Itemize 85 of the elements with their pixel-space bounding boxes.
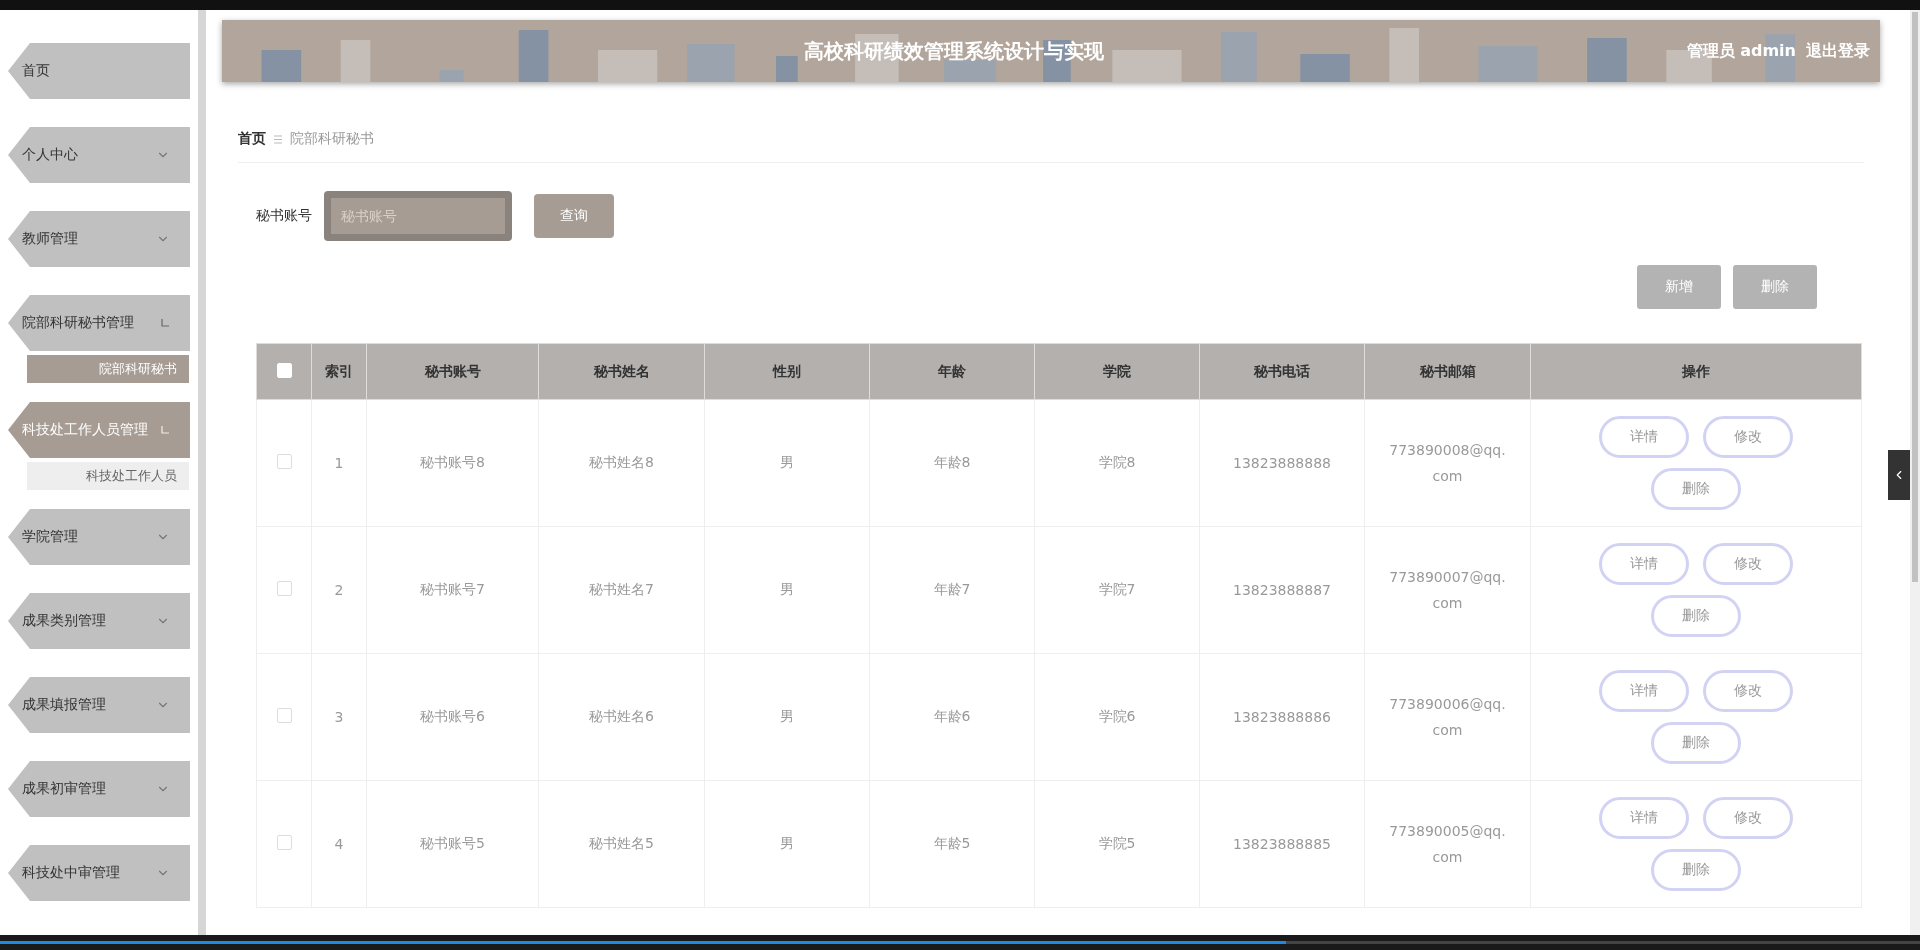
separator-icon (274, 134, 282, 144)
sidebar-item[interactable]: 个人中心 (8, 127, 190, 183)
table-cell: 男 (704, 399, 870, 527)
row-checkbox[interactable] (276, 835, 292, 850)
details-button[interactable]: 详情 (1599, 670, 1689, 712)
logout-link[interactable]: 退出登录 (1806, 40, 1870, 62)
table-cell: 2 (311, 526, 367, 654)
table-cell: 学院7 (1034, 526, 1200, 654)
select-all-checkbox[interactable] (276, 362, 292, 378)
sidebar-item[interactable]: 院部科研秘书管理 (8, 295, 190, 351)
column-header: 秘书账号 (366, 343, 539, 400)
table-cell: 年龄7 (869, 526, 1035, 654)
table-cell: 13823888888 (1199, 399, 1365, 527)
sidebar-item[interactable]: 教师管理 (8, 211, 190, 267)
table-cell: 13823888885 (1199, 780, 1365, 908)
collapse-tab[interactable] (1888, 450, 1910, 500)
table-cell: 773890008@qq.com (1364, 399, 1531, 527)
column-header: 秘书姓名 (538, 343, 705, 400)
column-header: 秘书电话 (1199, 343, 1365, 400)
table-cell: 年龄6 (869, 653, 1035, 781)
edit-button[interactable]: 修改 (1703, 416, 1793, 458)
details-button[interactable]: 详情 (1599, 416, 1689, 458)
breadcrumb-link[interactable]: 首页 (238, 130, 266, 148)
table-cell: 773890005@qq.com (1364, 780, 1531, 908)
table-cell: 秘书姓名8 (538, 399, 705, 527)
sidebar-item[interactable]: 科技处中审管理 (8, 845, 190, 901)
table-cell: 男 (704, 780, 870, 908)
table-cell: 13823888886 (1199, 653, 1365, 781)
table-cell: 秘书姓名7 (538, 526, 705, 654)
row-checkbox[interactable] (276, 708, 292, 723)
delete-button[interactable]: 删除 (1651, 849, 1741, 891)
table-cell: 4 (311, 780, 367, 908)
table-cell: 秘书账号8 (366, 399, 539, 527)
scrollbar-thumb[interactable] (1912, 12, 1918, 582)
sidebar-item[interactable]: 成果初审管理 (8, 761, 190, 817)
submenu-item[interactable]: 院部科研秘书 (27, 355, 189, 383)
edit-button[interactable]: 修改 (1703, 543, 1793, 585)
delete-button[interactable]: 删除 (1651, 468, 1741, 510)
details-button[interactable]: 详情 (1599, 543, 1689, 585)
table-cell: 秘书账号6 (366, 653, 539, 781)
row-checkbox[interactable] (276, 454, 292, 469)
table-cell: 1 (311, 399, 367, 527)
sidebar-item[interactable]: 科技处工作人员管理 (8, 402, 190, 458)
table-cell: 年龄5 (869, 780, 1035, 908)
sidebar-item[interactable]: 首页 (8, 43, 190, 99)
corner-icon (160, 318, 170, 328)
delete-button[interactable]: 删除 (1651, 595, 1741, 637)
edit-button[interactable]: 修改 (1703, 797, 1793, 839)
table-cell: 男 (704, 526, 870, 654)
edit-button[interactable]: 修改 (1703, 670, 1793, 712)
column-header: 索引 (311, 343, 367, 400)
table-cell: 3 (311, 653, 367, 781)
table-cell: 秘书账号5 (366, 780, 539, 908)
app-title: 高校科研绩效管理系统设计与实现 (803, 37, 1106, 65)
table-cell: 秘书姓名6 (538, 653, 705, 781)
table-cell: 13823888887 (1199, 526, 1365, 654)
table-cell: 学院5 (1034, 780, 1200, 908)
table-cell: 学院8 (1034, 399, 1200, 527)
column-header: 操作 (1530, 343, 1862, 400)
column-header: 性别 (704, 343, 870, 400)
delete-button[interactable]: 删除 (1651, 722, 1741, 764)
sidebar-item[interactable]: 成果类别管理 (8, 593, 190, 649)
submenu-item[interactable]: 科技处工作人员 (27, 462, 189, 490)
table-cell: 男 (704, 653, 870, 781)
column-header: 年龄 (869, 343, 1035, 400)
progress-bar[interactable] (0, 935, 1920, 950)
table-cell: 773890006@qq.com (1364, 653, 1531, 781)
delete-button[interactable]: 删除 (1733, 265, 1817, 309)
column-header: 学院 (1034, 343, 1200, 400)
table-cell: 773890007@qq.com (1364, 526, 1531, 654)
column-header: 秘书邮箱 (1364, 343, 1531, 400)
corner-icon (160, 425, 170, 435)
sidebar-item[interactable]: 成果填报管理 (8, 677, 190, 733)
table-cell: 秘书姓名5 (538, 780, 705, 908)
details-button[interactable]: 详情 (1599, 797, 1689, 839)
table-cell: 秘书账号7 (366, 526, 539, 654)
table-cell: 学院6 (1034, 653, 1200, 781)
query-button[interactable]: 查询 (534, 194, 614, 238)
search-label: 秘书账号 (256, 207, 312, 225)
sidebar-item[interactable]: 学院管理 (8, 509, 190, 565)
user-label: 管理员 admin (1686, 40, 1796, 62)
table-cell: 年龄8 (869, 399, 1035, 527)
breadcrumb-link[interactable]: 院部科研秘书 (290, 130, 374, 148)
add-button[interactable]: 新增 (1637, 265, 1721, 309)
row-checkbox[interactable] (276, 581, 292, 596)
